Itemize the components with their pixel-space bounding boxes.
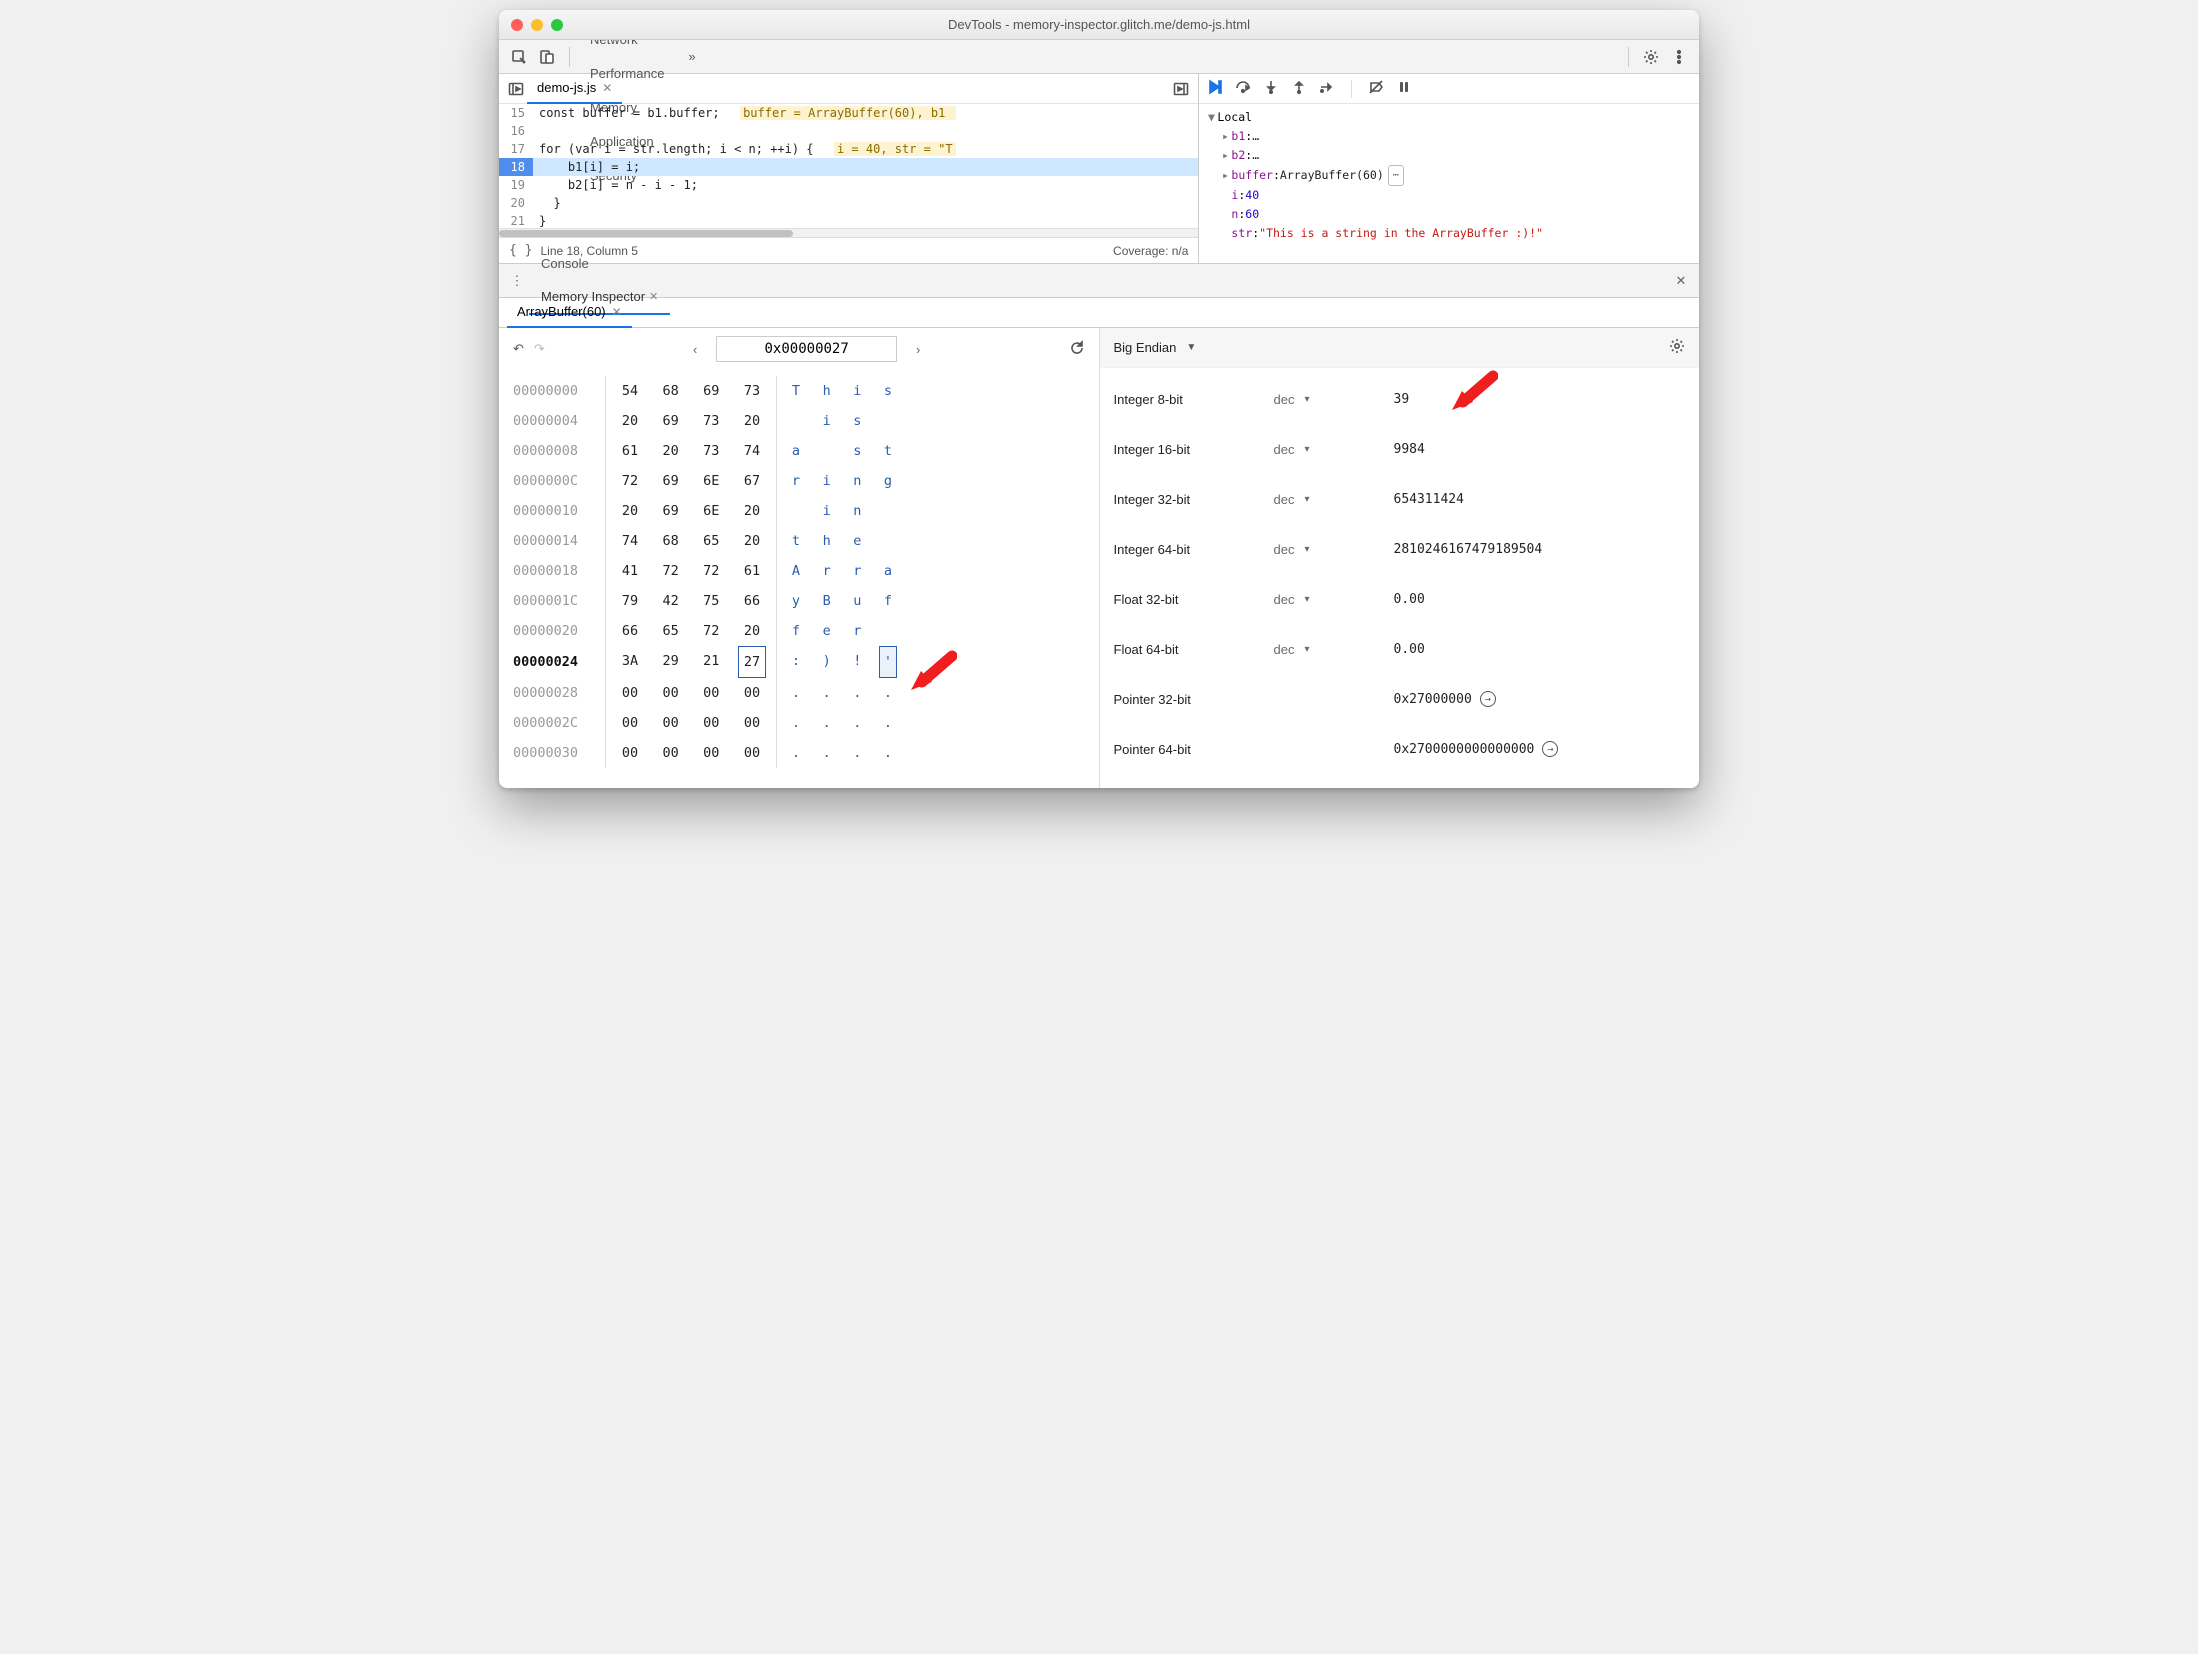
devtools-window: DevTools - memory-inspector.glitch.me/de… [499,10,1699,788]
format-select[interactable]: dec [1274,442,1295,457]
address-input[interactable] [716,336,897,362]
main-tabstrip: ElementsConsoleSourcesNetworkPerformance… [499,40,1699,74]
page-prev-icon[interactable]: ‹ [684,342,706,357]
pause-on-exceptions-icon[interactable] [1396,79,1412,98]
jump-to-address-icon[interactable]: → [1542,741,1558,757]
format-select[interactable]: dec [1274,392,1295,407]
file-tab-demo-js[interactable]: demo-js.js ✕ [527,74,622,104]
sources-split: demo-js.js ✕ 15const buffer = b1.buffer;… [499,74,1699,264]
tabs-overflow-button[interactable]: » [676,40,707,74]
scope-var-n[interactable]: n: 60 [1219,205,1689,224]
scope-var-buffer[interactable]: ▸buffer: ArrayBuffer(60)⋯ [1219,165,1689,186]
divider [569,47,570,67]
annotation-arrow-right [1448,368,1498,418]
value-row-integer-8-bit: Integer 8-bitdec▾39 [1114,374,1686,424]
drawer-more-icon[interactable]: ⋮ [505,273,529,289]
value-row-integer-64-bit: Integer 64-bitdec▾2810246167479189504 [1114,524,1686,574]
code-tabbar: demo-js.js ✕ [499,74,1198,104]
scope-body: ▼Local ▸b1: …▸b2: …▸buffer: ArrayBuffer(… [1199,104,1699,247]
code-body[interactable]: 15const buffer = b1.buffer; buffer = Arr… [499,104,1198,228]
history-forward-icon[interactable]: ↷ [534,341,545,357]
file-tab-label: demo-js.js [537,80,596,95]
step-over-icon[interactable] [1235,79,1251,98]
divider [1628,47,1629,67]
drawer-tabstrip: ⋮ ConsoleMemory Inspector✕ ✕ [499,264,1699,298]
value-interpreter-pane: Big Endian ▼ Integer 8-bitdec▾39Integer … [1100,328,1700,788]
more-menu-icon[interactable] [1666,44,1692,70]
annotation-arrow-left [907,648,957,698]
debugger-sidebar: ▼Local ▸b1: …▸b2: …▸buffer: ArrayBuffer(… [1199,74,1699,263]
buffer-tab[interactable]: ArrayBuffer(60) ✕ [507,298,632,328]
step-out-icon[interactable] [1291,79,1307,98]
settings-gear-icon[interactable] [1638,44,1664,70]
value-row-pointer-32-bit: Pointer 32-bit0x27000000→ [1114,674,1686,724]
jump-to-address-icon[interactable]: → [1480,691,1496,707]
debugger-toggle-icon[interactable] [1170,78,1192,100]
refresh-icon[interactable] [1069,340,1085,359]
inspect-element-icon[interactable] [506,44,532,70]
scope-var-i[interactable]: i: 40 [1219,186,1689,205]
value-row-float-32-bit: Float 32-bitdec▾0.00 [1114,574,1686,624]
drawer-tab-console[interactable]: Console [529,247,670,281]
device-toolbar-icon[interactable] [534,44,560,70]
value-settings-gear-icon[interactable] [1669,338,1685,357]
debugger-toolbar [1199,74,1699,104]
drawer-close-icon[interactable]: ✕ [1669,273,1693,289]
memory-inspector-body: ↶ ↷ ‹ › 0000000054686973This000000042069… [499,328,1699,788]
chevron-down-icon: ▼ [1186,342,1196,353]
step-into-icon[interactable] [1263,79,1279,98]
page-next-icon[interactable]: › [907,342,929,357]
value-row-float-64-bit: Float 64-bitdec▾0.00 [1114,624,1686,674]
scope-var-str[interactable]: str: "This is a string in the ArrayBuffe… [1219,224,1689,243]
window-title: DevTools - memory-inspector.glitch.me/de… [499,17,1699,32]
endianness-select[interactable]: Big Endian [1114,340,1177,355]
deactivate-breakpoints-icon[interactable] [1368,79,1384,98]
code-editor-pane: demo-js.js ✕ 15const buffer = b1.buffer;… [499,74,1199,263]
format-select[interactable]: dec [1274,492,1295,507]
horizontal-scrollbar[interactable] [499,228,1198,237]
value-row-integer-16-bit: Integer 16-bitdec▾9984 [1114,424,1686,474]
hex-grid[interactable]: 0000000054686973This0000000420697320 is … [499,370,1099,778]
hex-toolbar: ↶ ↷ ‹ › [499,328,1099,370]
buffer-tab-label: ArrayBuffer(60) [517,304,606,319]
format-select[interactable]: dec [1274,592,1295,607]
navigator-toggle-icon[interactable] [505,78,527,100]
format-select[interactable]: dec [1274,642,1295,657]
close-icon[interactable]: ✕ [602,81,612,95]
step-icon[interactable] [1319,79,1335,98]
hex-pane: ↶ ↷ ‹ › 0000000054686973This000000042069… [499,328,1100,788]
scope-var-b2[interactable]: ▸b2: … [1219,146,1689,165]
format-select[interactable]: dec [1274,542,1295,557]
history-back-icon[interactable]: ↶ [513,341,524,357]
close-icon[interactable]: ✕ [612,305,622,319]
value-row-integer-32-bit: Integer 32-bitdec▾654311424 [1114,474,1686,524]
scope-header[interactable]: ▼Local [1205,108,1689,127]
scope-var-b1[interactable]: ▸b1: … [1219,127,1689,146]
memory-inspector-tabbar: ArrayBuffer(60) ✕ [499,298,1699,328]
titlebar: DevTools - memory-inspector.glitch.me/de… [499,10,1699,40]
resume-icon[interactable] [1207,79,1223,98]
value-header: Big Endian ▼ [1100,328,1700,368]
value-row-pointer-64-bit: Pointer 64-bit0x2700000000000000→ [1114,724,1686,774]
coverage-status: Coverage: n/a [1113,244,1188,258]
